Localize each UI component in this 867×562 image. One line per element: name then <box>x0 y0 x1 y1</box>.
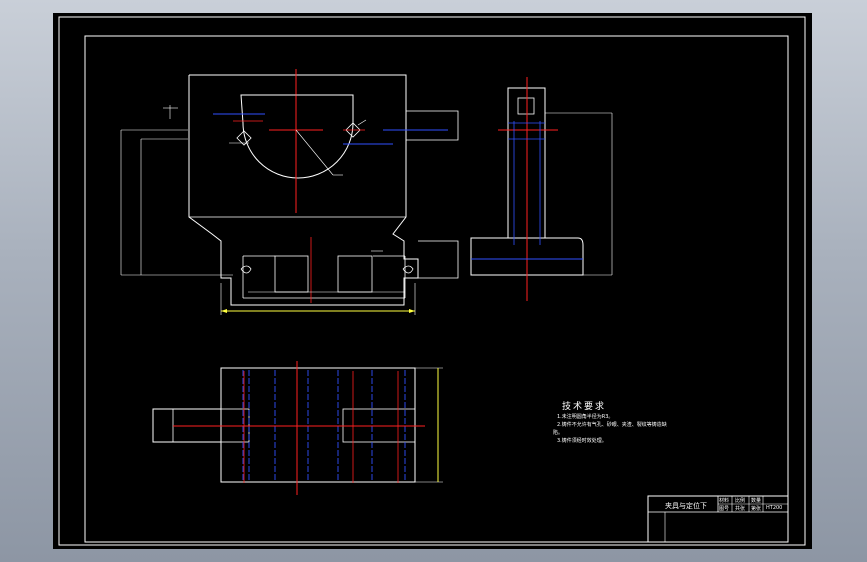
technical-note-2-cont: 陷。 <box>553 430 564 436</box>
technical-note-1: 1.未注明圆角半径为R3。 <box>557 414 614 420</box>
title-block-part-name: 夹具与定位下 <box>665 502 707 510</box>
technical-requirements-title: 技术要求 <box>562 402 607 412</box>
title-block-cell: 第张 <box>751 506 762 512</box>
inner-border <box>84 35 789 543</box>
title-block-cell: 比例 <box>735 498 746 504</box>
top-view <box>152 361 443 495</box>
side-view <box>470 77 613 301</box>
title-block-cell: 图号 <box>719 506 730 512</box>
title-block-cell: 共张 <box>735 506 746 512</box>
title-block-cell: 数量 <box>751 498 762 504</box>
drawing-canvas <box>58 16 806 546</box>
cad-viewport: 技术要求 1.未注明圆角半径为R3。 2.铸件不允许有气孔、砂眼、夹渣、裂纹等铸… <box>0 0 867 562</box>
technical-note-3: 3.铸件须经时效处理。 <box>557 438 607 444</box>
drawing-sheet <box>53 13 812 549</box>
technical-note-2: 2.铸件不允许有气孔、砂眼、夹渣、裂纹等铸造缺 <box>557 422 667 428</box>
title-block-material: HT200 <box>766 505 783 511</box>
front-view <box>120 69 459 315</box>
title-block-cell: 材料 <box>719 498 730 504</box>
outer-border <box>58 16 806 546</box>
